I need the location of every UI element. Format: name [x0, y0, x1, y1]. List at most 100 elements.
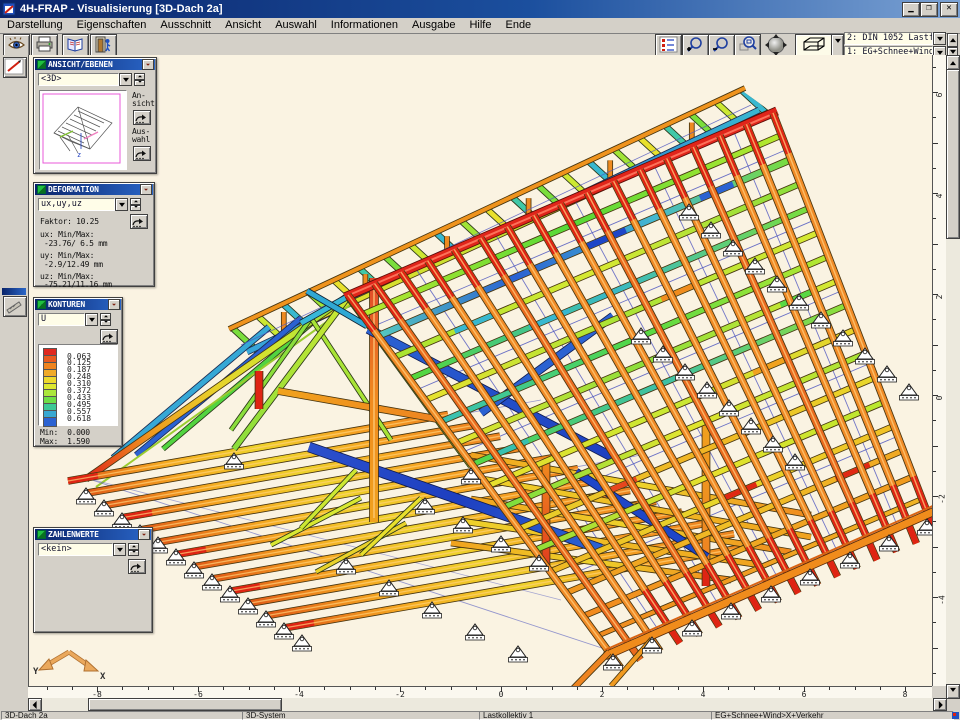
loadcase-combo-top-arrow[interactable]: [933, 32, 946, 45]
menu-item-eigenschaften[interactable]: Eigenschaften: [70, 18, 154, 33]
ruler-tick: [933, 370, 936, 371]
view-thumbnail[interactable]: z: [39, 90, 127, 170]
menu-item-ansicht[interactable]: Ansicht: [218, 18, 268, 33]
view-selector-arrow[interactable]: [119, 73, 132, 86]
scroll-right-button[interactable]: [933, 698, 947, 711]
zahlenwerte-spinner[interactable]: [128, 543, 139, 556]
display-options-tree-button[interactable]: [655, 34, 682, 57]
ruler-tick: [933, 67, 936, 68]
panel-collapse-button[interactable]: [142, 59, 154, 70]
apply-view-button[interactable]: [133, 110, 151, 125]
menu-item-ausgabe[interactable]: Ausgabe: [405, 18, 462, 33]
menu-item-informationen[interactable]: Informationen: [324, 18, 405, 33]
view-3d-box-dropdown[interactable]: [831, 34, 844, 57]
ruler-tick: [627, 687, 628, 690]
deformation-combo-arrow[interactable]: [115, 198, 128, 211]
panel-ansicht-titlebar[interactable]: ANSICHT/EBENEN: [35, 59, 155, 70]
print-button[interactable]: [31, 34, 58, 57]
view-3d-box-button[interactable]: [795, 34, 833, 57]
report-book-button[interactable]: [62, 34, 89, 57]
menu-item-ende[interactable]: Ende: [498, 18, 538, 33]
ruler-tick: [779, 687, 780, 690]
spin-up[interactable]: [947, 33, 958, 47]
menu-item-auswahl[interactable]: Auswahl: [268, 18, 324, 33]
ruler-tick: [880, 687, 881, 690]
scroll-down-button[interactable]: [946, 684, 960, 699]
spin-down[interactable]: [128, 550, 139, 557]
ruler-tick: [148, 687, 149, 690]
panel-icon: [37, 185, 46, 194]
apply-zahlenwerte-button[interactable]: [128, 559, 146, 574]
measure-tool-button[interactable]: [3, 296, 27, 317]
menu-item-hilfe[interactable]: Hilfe: [462, 18, 498, 33]
ruler-tick: [552, 687, 553, 690]
ruler-tick: [476, 687, 477, 690]
ruler-tick: [678, 687, 679, 690]
zoom-window-button[interactable]: [734, 34, 761, 57]
ruler-label: 0: [935, 396, 944, 401]
ruler-tick: [526, 687, 527, 690]
redline-tool-button[interactable]: [3, 57, 27, 78]
menu-bar: DarstellungEigenschaftenAusschnittAnsich…: [0, 18, 960, 34]
scroll-up-button[interactable]: [946, 55, 960, 70]
exit-door-button[interactable]: [90, 34, 117, 57]
horizontal-scrollbar[interactable]: [28, 698, 946, 711]
ruler-label: 2: [935, 295, 944, 300]
panel-deformation-titlebar[interactable]: DEFORMATION: [35, 184, 153, 195]
zahlenwerte-combo[interactable]: <kein>: [38, 543, 126, 556]
vertical-scroll-thumb[interactable]: [946, 69, 960, 239]
deformation-combo[interactable]: ux,uy,uz: [38, 198, 128, 211]
ruler-tick: [933, 168, 936, 169]
zoom-in-button[interactable]: [682, 34, 709, 57]
ruler-tick: [375, 687, 376, 690]
panel-zahlenwerte-titlebar[interactable]: ZAHLENWERTE: [35, 529, 151, 540]
zoom-out-button[interactable]: [708, 34, 735, 57]
title-bar[interactable]: 4H-FRAP - Visualisierung [3D-Dach 2a] ▁ …: [0, 0, 960, 18]
view-spinner[interactable]: [134, 73, 145, 86]
panel-konturen-titlebar[interactable]: KONTUREN: [35, 299, 121, 310]
ruler-tick: [855, 687, 856, 690]
view-eye-button[interactable]: [3, 34, 30, 57]
spin-down[interactable]: [100, 320, 111, 327]
apply-konturen-button[interactable]: [100, 329, 118, 344]
panel-icon: [37, 60, 46, 69]
vertical-scrollbar[interactable]: [946, 55, 960, 698]
maximize-button[interactable]: ❒: [920, 2, 938, 17]
status-collective: Lastkollektiv 1: [479, 711, 713, 720]
zahlenwerte-combo-arrow[interactable]: [113, 543, 126, 556]
model-3d-scene: YX: [29, 55, 933, 686]
spin-down[interactable]: [130, 205, 141, 212]
close-button[interactable]: ✕: [940, 2, 958, 17]
status-icon: [952, 712, 959, 719]
model-canvas[interactable]: YX: [28, 55, 933, 686]
ruler-tick: [933, 471, 936, 472]
menu-item-ausschnitt[interactable]: Ausschnitt: [153, 18, 218, 33]
panel-collapse-button[interactable]: [108, 299, 120, 310]
apply-selection-button[interactable]: [133, 146, 151, 161]
axis-indicator: YX: [33, 652, 106, 682]
spin-down[interactable]: [134, 80, 145, 87]
panel-zahlenwerte: ZAHLENWERTE <kein>: [33, 527, 153, 633]
menu-item-darstellung[interactable]: Darstellung: [0, 18, 70, 33]
panel-collapse-button[interactable]: [138, 529, 150, 540]
loadcase-combo-top[interactable]: 2: DIN 1052 Lastfall HZ (Th. 1. (: [844, 32, 946, 45]
panel-deformation: DEFORMATION ux,uy,uz Faktor: 10.25 ux: M…: [33, 182, 155, 287]
deformation-spinner[interactable]: [130, 198, 141, 211]
panel-ansicht-ebenen: ANSICHT/EBENEN <3D> z: [33, 57, 157, 174]
konturen-combo[interactable]: U: [38, 313, 98, 326]
horizontal-scroll-thumb[interactable]: [88, 698, 282, 711]
apply-deformation-button[interactable]: [130, 214, 148, 229]
konturen-combo-arrow[interactable]: [85, 313, 98, 326]
minimized-panel-titlebar[interactable]: [2, 288, 26, 295]
ruler-tick: [173, 687, 174, 690]
ruler-tick: [577, 687, 578, 690]
konturen-spinner[interactable]: [100, 313, 111, 326]
scroll-left-button[interactable]: [28, 698, 42, 711]
view-selector-combo[interactable]: <3D>: [38, 73, 132, 86]
svg-text:z: z: [77, 151, 81, 159]
minimize-button[interactable]: ▁: [902, 2, 920, 17]
panel-collapse-button[interactable]: [140, 184, 152, 195]
status-project: 3D-Dach 2a: [1, 711, 244, 720]
ruler-tick: [933, 622, 936, 623]
ruler-label: -2: [937, 494, 946, 504]
